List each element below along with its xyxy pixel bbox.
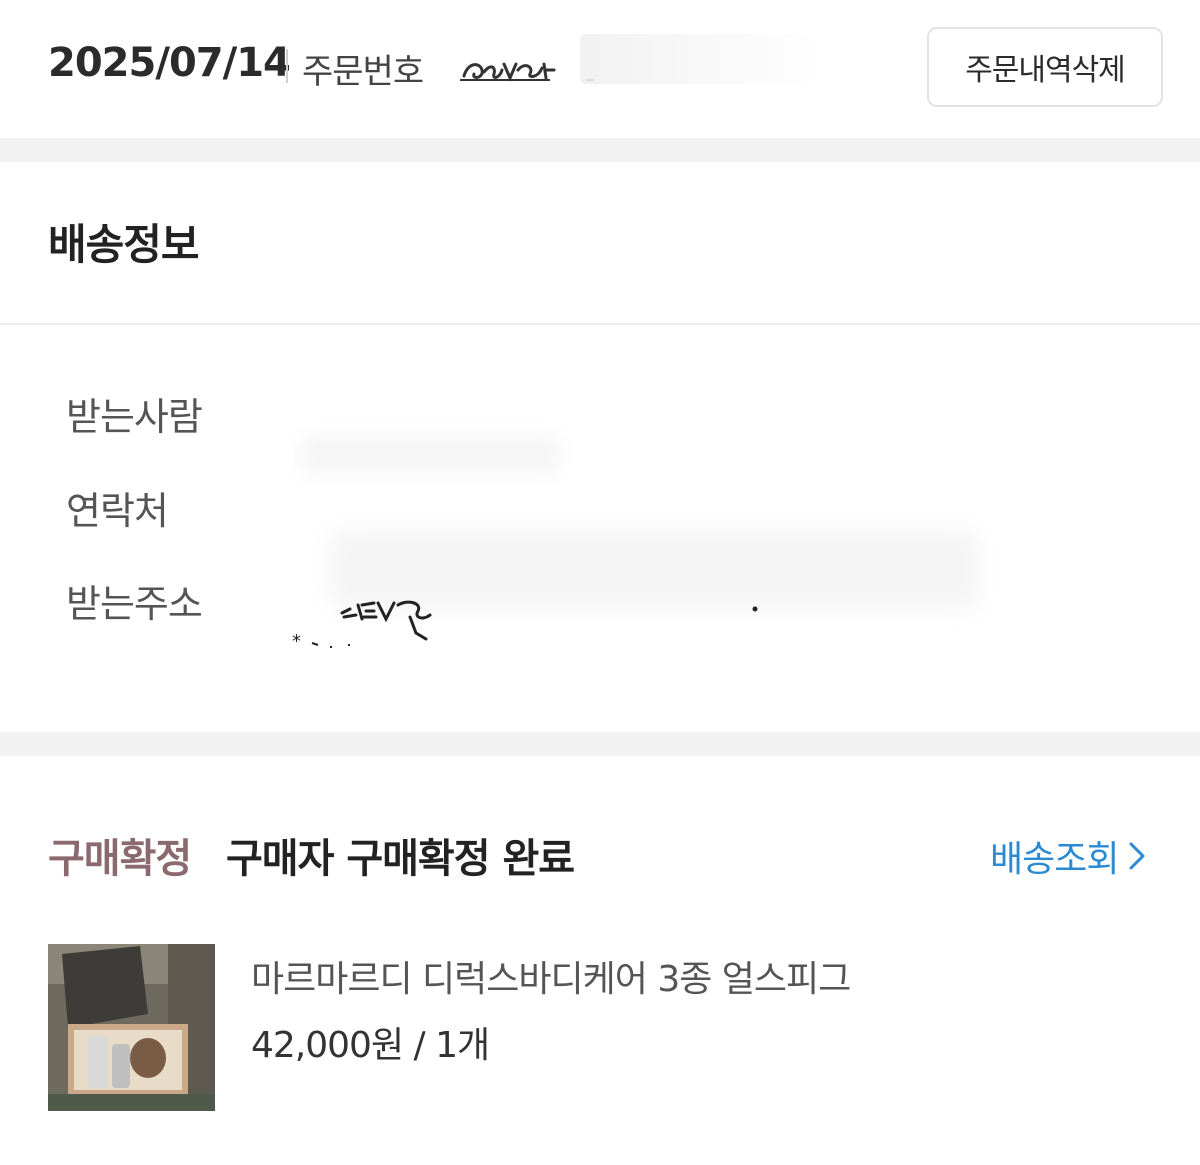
recipient-label: 받는사람 — [66, 395, 203, 439]
address-label: 받는주소 — [66, 582, 203, 626]
product-thumbnail[interactable] — [48, 944, 215, 1111]
section-gap — [0, 138, 1200, 162]
product-price: 42,000원 / 1개 — [251, 1025, 490, 1066]
section-gap — [0, 732, 1200, 756]
shipping-info-title: 배송정보 — [48, 220, 200, 269]
order-date: 2025/07/14 — [48, 40, 291, 86]
product-name[interactable]: 마르마르디 디럭스바디케어 3종 얼스피그 — [251, 950, 851, 1002]
status-text: 구매자 구매확정 완료 — [226, 836, 575, 882]
order-header: 2025/07/14 주문번호 주문내역삭제 — [0, 0, 1200, 138]
redacted-address-scribble: * — [292, 600, 758, 652]
track-delivery-link[interactable]: 배송조회 — [990, 830, 1146, 882]
redacted-area — [580, 34, 810, 84]
header-divider — [286, 49, 288, 83]
delete-order-button[interactable]: 주문내역삭제 — [927, 27, 1163, 107]
svg-text:*: * — [292, 631, 301, 652]
section-divider — [0, 323, 1200, 325]
contact-label: 연락처 — [66, 489, 169, 533]
status-badge: 구매확정 — [48, 836, 192, 882]
redacted-order-number-scribble — [460, 62, 594, 82]
track-delivery-label: 배송조회 — [990, 839, 1119, 880]
order-number-label: 주문번호 — [302, 52, 424, 92]
chevron-right-icon — [1129, 842, 1145, 870]
redacted-recipient — [300, 435, 560, 475]
